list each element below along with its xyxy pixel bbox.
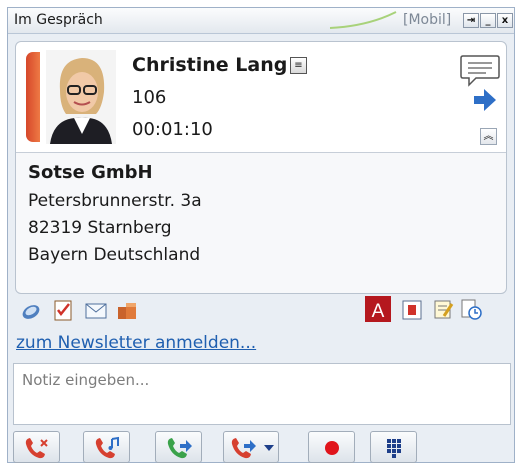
minimize-icon[interactable]: _ [480, 13, 496, 28]
caller-menu-dropdown-icon[interactable]: ≡ [290, 57, 307, 74]
record-icon [325, 441, 339, 455]
svg-text:A: A [372, 301, 385, 322]
call-duration: 00:01:10 [132, 119, 213, 140]
mobile-mode-label[interactable]: [Mobil] [403, 12, 451, 28]
contact-panel: Christine Lang ≡ 106 00:01:10 ︽ Sotse Gm… [15, 41, 507, 294]
avatar [46, 50, 116, 144]
music-hold-icon [95, 436, 119, 459]
font-a-icon[interactable]: A [365, 296, 391, 322]
caller-extension: 106 [132, 87, 167, 108]
transfer-button[interactable] [155, 431, 202, 463]
phonebook-icon[interactable] [20, 299, 42, 321]
forward-icon [231, 438, 256, 459]
transfer-icon [167, 438, 192, 459]
company-name: Sotse GmbH [28, 162, 153, 183]
note-input[interactable] [20, 370, 504, 390]
dialpad-icon [387, 439, 401, 458]
pin-icon[interactable]: ⇥ [463, 13, 479, 28]
handset-icon [26, 52, 40, 142]
window-title: Im Gespräch [14, 12, 103, 28]
swoosh-decoration [329, 11, 397, 29]
task-icon[interactable] [52, 299, 74, 321]
collapse-chevron-icon[interactable]: ︽ [480, 128, 497, 145]
boxes-icon[interactable] [116, 299, 138, 321]
email-icon[interactable] [85, 300, 107, 322]
hold-music-button[interactable] [83, 431, 130, 463]
company-region: Bayern Deutschland [28, 245, 201, 265]
close-icon[interactable]: x [497, 13, 513, 28]
company-street: Petersbrunnerstr. 3a [28, 191, 202, 211]
caller-name[interactable]: Christine Lang [132, 54, 287, 76]
newsletter-link[interactable]: zum Newsletter anmelden... [16, 333, 256, 353]
contact-card-icon[interactable] [401, 299, 423, 321]
caller-header: Christine Lang ≡ 106 00:01:10 ︽ [16, 42, 506, 153]
note-field-container[interactable] [13, 363, 511, 425]
title-bar[interactable]: Im Gespräch [Mobil] ⇥ _ x [8, 8, 514, 34]
dialpad-button[interactable] [370, 431, 417, 463]
forward-button[interactable] [223, 431, 279, 463]
call-window: Im Gespräch [Mobil] ⇥ _ x Christine Lang… [7, 7, 515, 463]
company-city: 82319 Starnberg [28, 218, 172, 238]
hangup-button[interactable] [13, 431, 60, 463]
hangup-icon [25, 438, 48, 459]
chevron-down-icon[interactable] [263, 444, 275, 452]
history-icon[interactable] [460, 298, 482, 320]
notes-icon[interactable] [432, 298, 454, 320]
chat-transfer-icon[interactable] [460, 52, 500, 112]
record-button[interactable] [308, 431, 355, 463]
